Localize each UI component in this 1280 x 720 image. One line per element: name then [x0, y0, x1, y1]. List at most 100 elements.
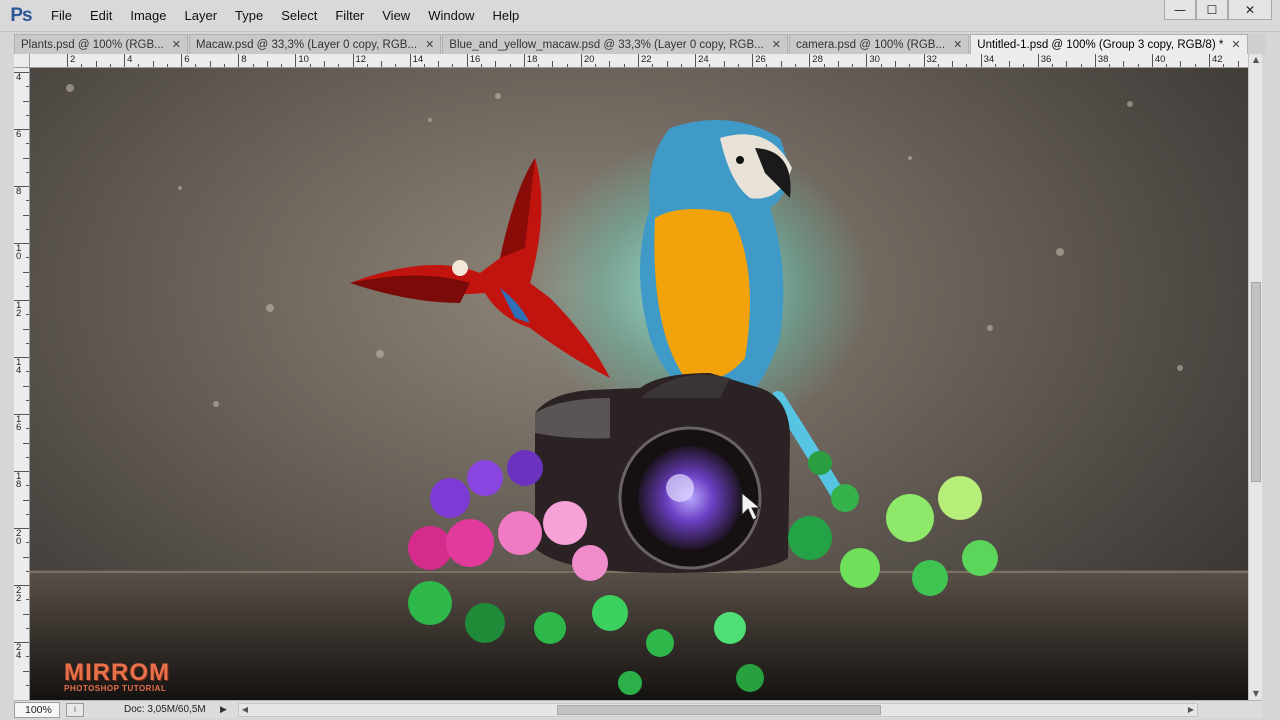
- menu-bar: Ps File Edit Image Layer Type Select Fil…: [0, 0, 1280, 32]
- ruler-tick: [1151, 54, 1153, 67]
- horizontal-ruler[interactable]: 2 4 6 8 10 12 14 16 18 20 22 24 26 28 30 32 34 36 38 40 42: [30, 54, 1248, 68]
- ruler-minor-tick: [195, 64, 197, 67]
- horizontal-scrollbar[interactable]: ◀ ▶: [238, 702, 1198, 717]
- maximize-button[interactable]: ☐: [1196, 0, 1228, 20]
- zoom-level-field[interactable]: 100%: [14, 701, 60, 718]
- ruler-minor-tick: [880, 64, 882, 67]
- ruler-minor-tick: [1237, 61, 1239, 67]
- scroll-up-icon[interactable]: ▲: [1249, 54, 1263, 66]
- ruler-minor-tick: [509, 64, 511, 67]
- close-window-button[interactable]: ✕: [1228, 0, 1272, 20]
- document-canvas[interactable]: MIRROM PHOTOSHOP TUTORIAL: [30, 68, 1248, 700]
- horizontal-scroll-thumb[interactable]: [557, 704, 881, 715]
- ruler-h-label: 26: [755, 54, 766, 65]
- ruler-tick: [809, 54, 811, 67]
- ruler-tick: [523, 54, 525, 67]
- ruler-tick: [1094, 54, 1096, 67]
- ruler-v-label: 24: [16, 642, 22, 661]
- ruler-v-label: 10: [16, 243, 22, 262]
- tab-camera[interactable]: camera.psd @ 100% (RGB... ✕: [788, 34, 970, 54]
- ruler-minor-tick: [366, 64, 368, 67]
- tab-close-icon[interactable]: ✕: [953, 38, 962, 51]
- vertical-ruler[interactable]: 4 6 8 10 12 14 16 18 20 22 24: [14, 54, 30, 700]
- tab-label: Plants.psd @ 100% (RGB...: [21, 38, 164, 51]
- ruler-h-label: 6: [184, 54, 190, 65]
- ruler-minor-tick: [595, 64, 597, 67]
- menu-image[interactable]: Image: [121, 0, 175, 32]
- status-menu-arrow-icon[interactable]: ▶: [220, 704, 232, 716]
- ruler-v-label: 12: [16, 300, 22, 319]
- ruler-minor-tick: [1109, 64, 1111, 67]
- ruler-minor-tick: [723, 61, 725, 67]
- vertical-scrollbar[interactable]: ▲ ▼: [1248, 54, 1262, 700]
- ruler-minor-tick: [109, 64, 111, 67]
- menu-select[interactable]: Select: [272, 0, 326, 32]
- ruler-minor-tick: [823, 64, 825, 67]
- ruler-tick: [1209, 54, 1210, 67]
- tab-macaw[interactable]: Macaw.psd @ 33,3% (Layer 0 copy, RGB... …: [188, 34, 442, 54]
- ruler-tick: [695, 54, 697, 67]
- ruler-minor-tick: [438, 61, 440, 67]
- ruler-minor-tick: [737, 64, 739, 67]
- tab-close-icon[interactable]: ✕: [172, 38, 181, 51]
- ruler-h-label: 30: [869, 54, 880, 65]
- tab-untitled-1[interactable]: Untitled-1.psd @ 100% (Group 3 copy, RGB…: [970, 34, 1248, 54]
- tab-close-icon[interactable]: ✕: [1231, 38, 1240, 51]
- ruler-minor-tick: [338, 64, 340, 67]
- ruler-minor-tick: [23, 670, 29, 672]
- ruler-minor-tick: [1194, 64, 1196, 67]
- ruler-minor-tick: [252, 64, 254, 67]
- ruler-h-label: 16: [469, 54, 481, 65]
- ruler-minor-tick: [1137, 64, 1139, 67]
- ruler-minor-tick: [224, 64, 226, 67]
- ruler-h-label: 34: [983, 54, 995, 65]
- scroll-right-icon[interactable]: ▶: [1185, 704, 1197, 716]
- ruler-minor-tick: [26, 428, 29, 430]
- scroll-down-icon[interactable]: ▼: [1249, 688, 1263, 700]
- menu-filter[interactable]: Filter: [326, 0, 373, 32]
- minimize-button[interactable]: —: [1164, 0, 1196, 20]
- tab-label: Macaw.psd @ 33,3% (Layer 0 copy, RGB...: [195, 38, 418, 51]
- ruler-minor-tick: [395, 64, 397, 67]
- ruler-h-label: 32: [926, 54, 938, 65]
- ruler-v-label: 18: [16, 471, 22, 490]
- tab-blue-yellow-macaw[interactable]: Blue_and_yellow_macaw.psd @ 33,3% (Layer…: [442, 34, 788, 54]
- tab-plants[interactable]: Plants.psd @ 100% (RGB... ✕: [14, 34, 188, 54]
- ruler-minor-tick: [26, 656, 29, 658]
- menu-view[interactable]: View: [373, 0, 419, 32]
- ruler-minor-tick: [423, 64, 425, 67]
- tab-close-icon[interactable]: ✕: [425, 38, 434, 51]
- menu-edit[interactable]: Edit: [81, 0, 121, 32]
- ruler-v-label: 4: [16, 72, 22, 83]
- ruler-h-label: 20: [583, 54, 595, 65]
- ruler-minor-tick: [452, 64, 454, 67]
- ruler-corner[interactable]: [14, 54, 30, 68]
- tab-close-icon[interactable]: ✕: [772, 38, 781, 51]
- menu-type[interactable]: Type: [226, 0, 272, 32]
- menu-window[interactable]: Window: [419, 0, 483, 32]
- vertical-scroll-thumb[interactable]: [1251, 282, 1261, 482]
- ruler-minor-tick: [152, 61, 154, 67]
- ruler-minor-tick: [680, 64, 682, 67]
- scroll-left-icon[interactable]: ◀: [239, 704, 251, 716]
- ruler-tick: [181, 54, 183, 67]
- info-icon[interactable]: i: [66, 702, 84, 717]
- window-controls: — ☐ ✕: [1164, 0, 1272, 22]
- ruler-minor-tick: [381, 61, 383, 67]
- tab-label: Untitled-1.psd @ 100% (Group 3 copy, RGB…: [977, 38, 1224, 51]
- document-size: Doc: 3,05M/60,5M: [124, 704, 206, 715]
- ruler-minor-tick: [609, 61, 611, 67]
- ruler-minor-tick: [23, 613, 29, 615]
- ruler-tick: [580, 54, 582, 67]
- ruler-minor-tick: [266, 61, 268, 67]
- ruler-tick: [295, 54, 297, 67]
- ruler-minor-tick: [26, 86, 29, 88]
- ruler-tick: [752, 54, 754, 67]
- ruler-tick: [352, 54, 354, 67]
- artwork: [30, 84, 1248, 700]
- ruler-minor-tick: [309, 64, 311, 67]
- menu-file[interactable]: File: [42, 0, 81, 32]
- menu-help[interactable]: Help: [483, 0, 528, 32]
- ruler-minor-tick: [1023, 64, 1025, 67]
- menu-layer[interactable]: Layer: [176, 0, 227, 32]
